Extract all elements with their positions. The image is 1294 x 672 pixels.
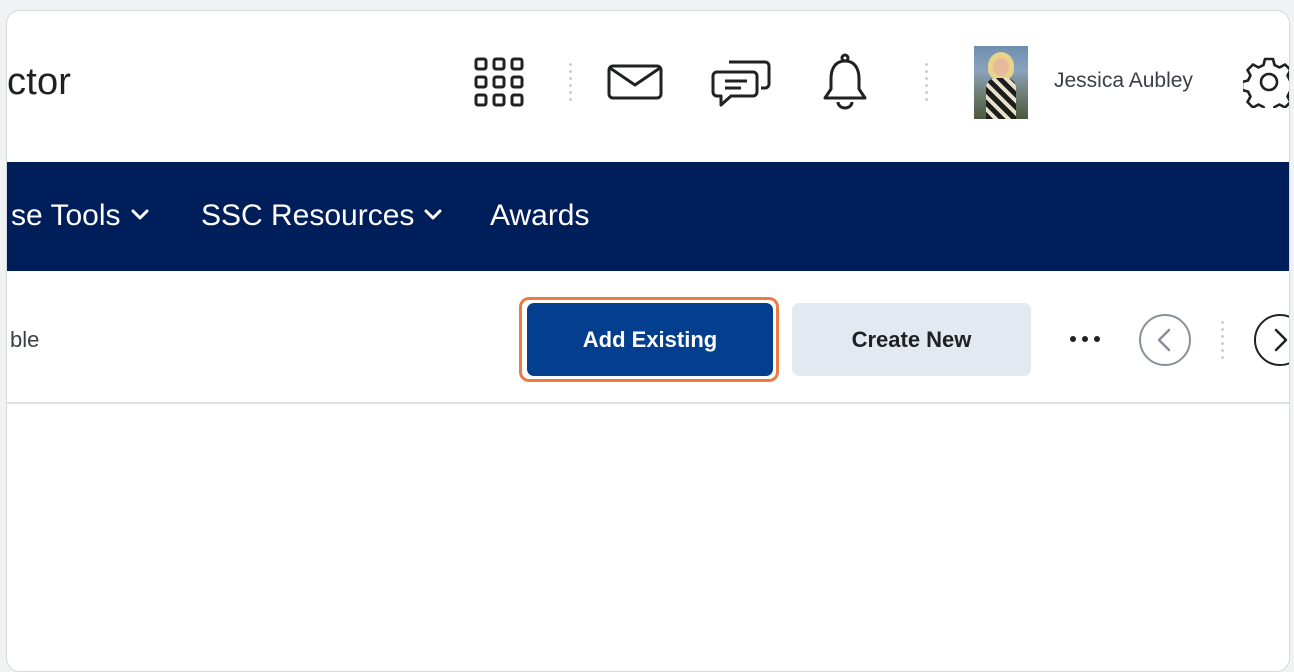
site-title: ctor — [7, 61, 72, 103]
gear-icon[interactable] — [1243, 56, 1290, 108]
header-separator — [925, 61, 928, 103]
nav-item-label: SSC Resources — [201, 199, 415, 232]
add-existing-button[interactable]: Add Existing — [527, 303, 773, 376]
chevron-down-icon — [131, 209, 149, 220]
more-options-icon[interactable] — [1067, 333, 1103, 345]
toolbar-separator — [1221, 319, 1224, 361]
user-name[interactable]: Jessica Aubley — [1054, 69, 1193, 93]
chevron-right-icon[interactable] — [1253, 313, 1290, 367]
nav-item-label: se Tools — [11, 199, 121, 232]
chat-icon[interactable] — [711, 54, 771, 110]
create-new-button[interactable]: Create New — [792, 303, 1031, 376]
nav-item-label: Awards — [490, 199, 590, 232]
page-heading: ble — [10, 327, 40, 352]
chevron-down-icon — [424, 209, 442, 220]
header-separator — [569, 61, 572, 103]
user-avatar[interactable] — [974, 46, 1028, 119]
course-navbar: se Tools SSC Resources Awards — [7, 162, 1289, 271]
nav-item-course-tools[interactable]: se Tools — [11, 196, 149, 236]
bell-icon[interactable] — [820, 53, 870, 111]
nav-item-awards[interactable]: Awards — [490, 196, 590, 236]
app-window: ctor Jessica Aubley se Tools SSC Resourc… — [6, 10, 1290, 672]
app-grid-icon[interactable] — [473, 56, 525, 108]
chevron-left-icon[interactable] — [1138, 313, 1192, 367]
nav-item-ssc-resources[interactable]: SSC Resources — [201, 196, 442, 236]
email-icon[interactable] — [607, 64, 663, 100]
content-divider — [7, 402, 1289, 404]
